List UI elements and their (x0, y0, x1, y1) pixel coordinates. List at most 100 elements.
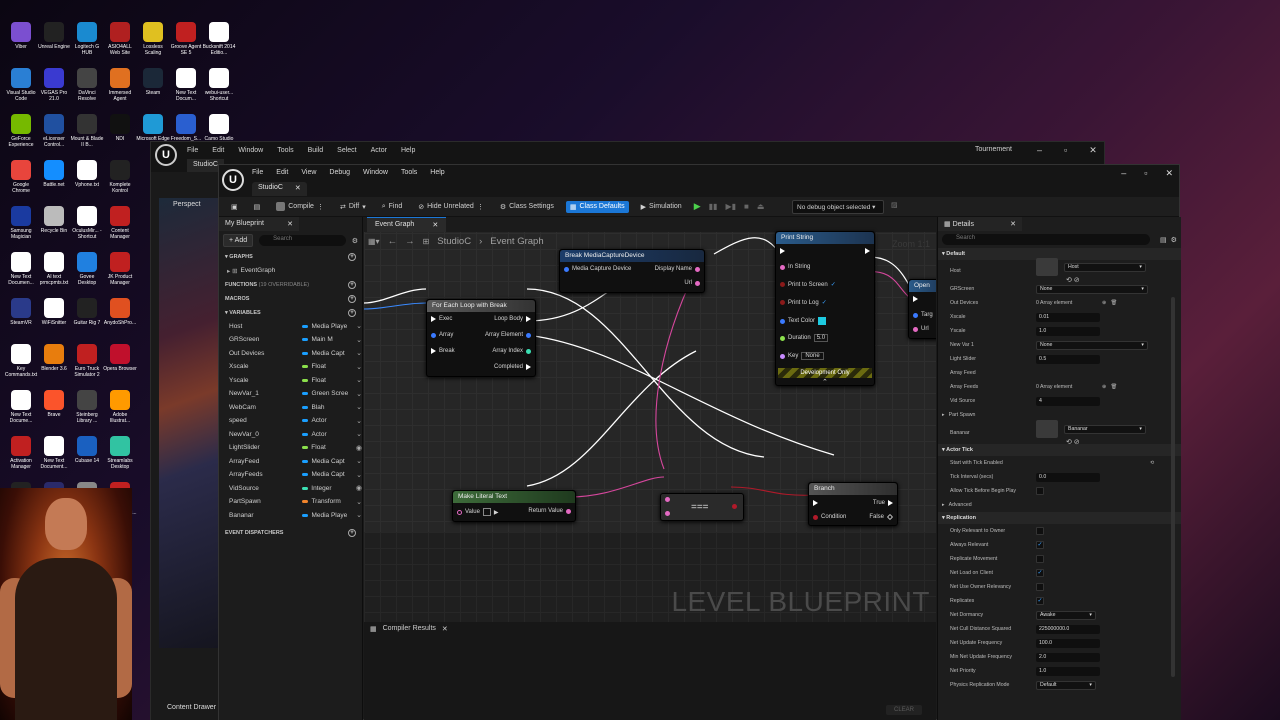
menu-item-file[interactable]: File (187, 147, 198, 154)
menu-item-file[interactable]: File (252, 169, 263, 176)
reset-icon[interactable]: ⟲ (1150, 460, 1154, 466)
min-net-update-input[interactable]: 2.0 (1036, 652, 1100, 662)
content-drawer-button[interactable]: Content Drawer (167, 704, 216, 711)
result-pin[interactable] (732, 504, 737, 509)
menu-item-view[interactable]: View (301, 169, 316, 176)
graphs-section[interactable]: ▾ GRAPHS + (219, 250, 362, 264)
desktop-icon[interactable]: Content Manager (103, 206, 137, 240)
desktop-icon[interactable]: New Text Docume... (4, 390, 38, 424)
chevron-down-icon[interactable]: ⌄ (356, 471, 362, 479)
maximize-icon[interactable]: ▫ (1144, 168, 1147, 179)
value-input[interactable] (482, 508, 491, 516)
back-window-controls[interactable]: – ▫ ✕ (1037, 145, 1097, 156)
tick-interval-input[interactable]: 0.0 (1036, 472, 1100, 482)
macros-section[interactable]: MACROS + (219, 292, 362, 306)
array-element-pin[interactable]: Array Element (485, 332, 531, 338)
hide-unrelated-button[interactable]: ⊘ Hide Unrelated ⋮ (414, 201, 488, 213)
desktop-icon[interactable]: NDI (103, 114, 137, 142)
close-icon[interactable]: ✕ (295, 184, 301, 194)
net-load-checkbox[interactable]: ✓ (1036, 569, 1044, 577)
menu-item-tools[interactable]: Tools (277, 147, 293, 154)
table-view-icon[interactable]: ▤ (1160, 236, 1167, 244)
false-pin[interactable]: False (869, 514, 893, 520)
desktop-icon[interactable]: Brave (37, 390, 71, 418)
close-icon[interactable]: ✕ (1089, 145, 1097, 156)
desktop-icon[interactable]: AnydoShPro... (103, 298, 137, 326)
open-node[interactable]: Open Targ Url (908, 279, 936, 339)
asset-tab[interactable]: StudioC ✕ (252, 182, 307, 196)
break-pin[interactable]: Break (431, 348, 455, 354)
menu-item-help[interactable]: Help (430, 169, 444, 176)
event-graph-canvas[interactable]: ▦▾ ← → ⊞ StudioC › Event Graph Zoom 1:1 … (364, 217, 936, 532)
diff-button[interactable]: ⇄ Diff ▾ (336, 201, 370, 213)
desktop-icon[interactable]: GeForce Experience (4, 114, 38, 148)
eject-icon[interactable]: ⏏ (757, 202, 765, 211)
exec-in-pin[interactable] (913, 296, 918, 302)
debug-object-select[interactable]: No debug object selected ▾ (792, 200, 884, 214)
xscale-input[interactable]: 0.01 (1036, 312, 1100, 322)
functions-section[interactable]: FUNCTIONS (19 OVERRIDABLE) + (219, 278, 362, 292)
exec-out-pin[interactable] (865, 248, 870, 254)
bananar-dropdown[interactable]: Bananar ▾ (1064, 424, 1146, 434)
desktop-icon[interactable]: Visual Studio Code (4, 68, 38, 102)
desktop-icon[interactable]: Unreal Engine (37, 22, 71, 50)
equal-node[interactable]: === (660, 493, 744, 521)
make-literal-text-node[interactable]: Make Literal Text Value ▶ Return Value (452, 490, 576, 522)
desktop-icon[interactable]: SteamVR (4, 298, 38, 326)
chevron-down-icon[interactable]: ⌄ (356, 376, 362, 384)
event-dispatchers-section[interactable]: EVENT DISPATCHERS + (219, 526, 362, 540)
print-to-screen-pin[interactable]: Print to Screen ✓ (780, 281, 836, 288)
exec-in-pin[interactable] (780, 248, 785, 254)
add-dispatcher-icon[interactable]: + (348, 529, 356, 537)
desktop-icon[interactable]: Adobe Illustrat... (103, 390, 137, 424)
chevron-down-icon[interactable]: ⌄ (356, 322, 362, 330)
desktop-icon[interactable]: Guitar Rig 7 (70, 298, 104, 326)
desktop-icon[interactable]: New Text Documen... (4, 252, 38, 286)
compile-button[interactable]: Compile ⋮ (272, 200, 328, 213)
light-slider-input[interactable]: 0.5 (1036, 354, 1100, 364)
details-scrollbar[interactable] (1171, 297, 1175, 677)
desktop-icon[interactable]: WiFiSnitter (37, 298, 71, 326)
add-graph-icon[interactable]: + (348, 253, 356, 261)
desktop-icon[interactable]: Microsoft Edge (136, 114, 170, 142)
chevron-down-icon[interactable]: ⌄ (356, 498, 362, 506)
add-element-icon[interactable]: ⊕ (1102, 300, 1106, 306)
url-pin[interactable]: Url (684, 280, 700, 286)
only-relevant-checkbox[interactable] (1036, 527, 1044, 535)
chevron-down-icon[interactable]: ⌄ (356, 390, 362, 398)
variable-row[interactable]: ArrayFeeds Media Capt ⌄ (219, 468, 362, 482)
variable-row[interactable]: GRScreen Main M ⌄ (219, 333, 362, 347)
menu-item-edit[interactable]: Edit (276, 169, 288, 176)
desktop-icon[interactable]: Logitech G HUB (70, 22, 104, 56)
menu-item-edit[interactable]: Edit (212, 147, 224, 154)
net-priority-input[interactable]: 1.0 (1036, 666, 1100, 676)
new-var-dropdown[interactable]: None ▾ (1036, 340, 1148, 350)
menu-item-build[interactable]: Build (308, 147, 324, 154)
menu-item-actor[interactable]: Actor (371, 147, 387, 154)
play-icon[interactable]: ▶ (694, 201, 701, 212)
desktop-icon[interactable]: Cubase 14 (70, 436, 104, 464)
desktop-icon[interactable]: VEGAS Pro 21.0 (37, 68, 71, 102)
variable-row[interactable]: WebCam Blah ⌄ (219, 401, 362, 415)
step-icon[interactable]: ▶▮ (725, 202, 736, 211)
eye-icon[interactable]: ◉ (356, 484, 362, 492)
variable-row[interactable]: Host Media Playe ⌄ (219, 320, 362, 334)
variable-row[interactable]: NewVar_1 Green Scree ⌄ (219, 387, 362, 401)
gear-icon[interactable]: ⚙ (1171, 236, 1177, 244)
host-dropdown[interactable]: Host ▾ (1064, 262, 1146, 272)
print-to-log-pin[interactable]: Print to Log ✓ (780, 299, 827, 306)
desktop-icon[interactable]: Camo Studio (202, 114, 236, 142)
chevron-down-icon[interactable]: ⌄ (356, 511, 362, 519)
desktop-icon[interactable]: Govee Desktop (70, 252, 104, 286)
display-name-pin[interactable]: Display Name (655, 266, 700, 272)
key-value[interactable]: None (801, 352, 824, 360)
b-pin[interactable] (665, 511, 670, 516)
chevron-down-icon[interactable]: ⌄ (356, 430, 362, 438)
simulation-button[interactable]: ▶ Simulation (637, 201, 686, 213)
net-cull-input[interactable]: 225000000.0 (1036, 624, 1100, 634)
menu-item-window[interactable]: Window (238, 147, 263, 154)
chevron-down-icon[interactable]: ⌄ (356, 363, 362, 371)
variable-row[interactable]: NewVar_0 Actor ⌄ (219, 428, 362, 442)
media-capture-device-pin[interactable]: Media Capture Device (564, 266, 631, 272)
chevron-down-icon[interactable]: ⌄ (356, 349, 362, 357)
